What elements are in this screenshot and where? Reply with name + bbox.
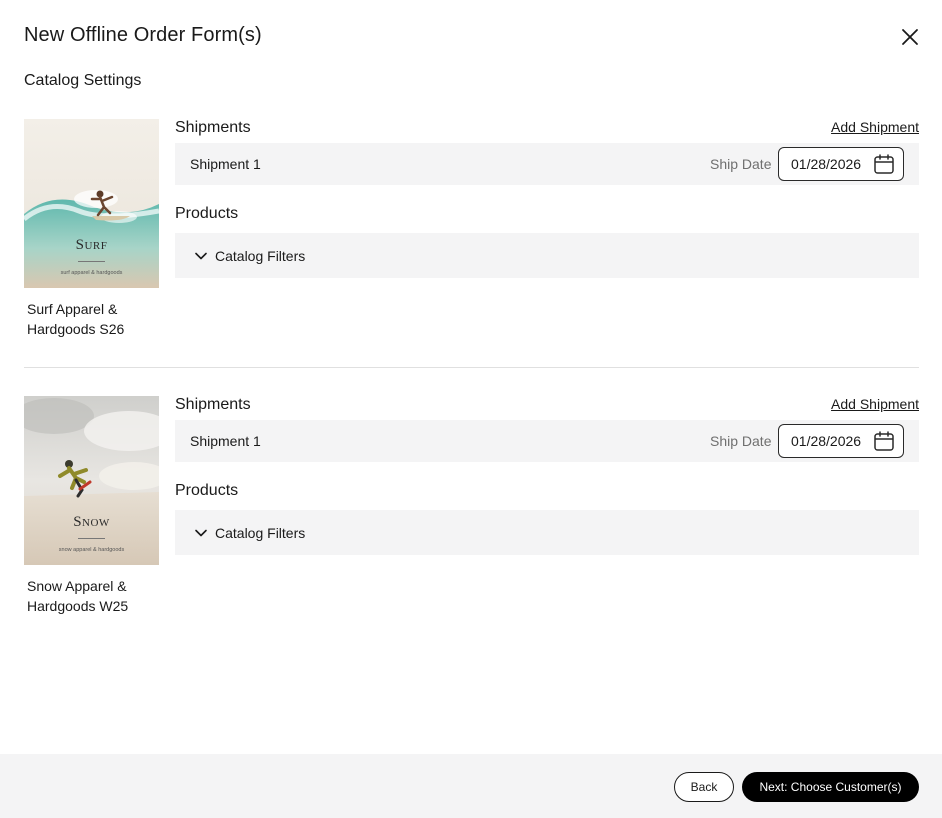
shipment-row: Shipment 1 Ship Date 01/28/2026 — [175, 143, 919, 185]
catalog-name: Surf Apparel & Hardgoods S26 — [27, 301, 125, 337]
close-button[interactable] — [898, 25, 922, 49]
chevron-down-icon — [195, 252, 207, 260]
cover-subtitle: snow apparel & hardgoods — [58, 547, 125, 553]
next-choose-customers-button[interactable]: Next: Choose Customer(s) — [742, 772, 919, 802]
catalog-settings-label: Catalog Settings — [24, 72, 142, 89]
catalog-cover-image: Snow snow apparel & hardgoods — [24, 396, 159, 565]
calendar-icon[interactable] — [873, 430, 895, 452]
products-heading: Products — [175, 482, 239, 499]
add-shipment-link[interactable]: Add Shipment — [831, 396, 919, 412]
catalog-filters-toggle[interactable]: Catalog Filters — [175, 510, 919, 555]
section-divider — [24, 367, 919, 368]
calendar-icon[interactable] — [873, 153, 895, 175]
catalog-filters-toggle[interactable]: Catalog Filters — [175, 233, 919, 278]
close-icon — [902, 29, 918, 45]
cover-title: Snow — [73, 514, 110, 530]
ship-date-label: Ship Date — [710, 156, 772, 172]
ship-date-input[interactable]: 01/28/2026 — [778, 424, 904, 458]
ship-date-label: Ship Date — [710, 433, 772, 449]
shipment-name: Shipment 1 — [190, 433, 261, 449]
add-shipment-link[interactable]: Add Shipment — [831, 119, 919, 135]
modal-footer: Back Next: Choose Customer(s) — [0, 754, 942, 818]
ship-date-input[interactable]: 01/28/2026 — [778, 147, 904, 181]
modal-title: New Offline Order Form(s) — [24, 24, 262, 46]
shipment-row: Shipment 1 Ship Date 01/28/2026 — [175, 420, 919, 462]
catalog-section-snow: Snow snow apparel & hardgoods Snow Appar… — [24, 396, 919, 626]
cover-title: Surf — [75, 237, 108, 253]
catalog-section-surf: Surf surf apparel & hardgoods Surf Appar… — [24, 119, 919, 349]
catalog-name: Snow Apparel & Hardgoods W25 — [27, 578, 129, 614]
catalog-cover-image: Surf surf apparel & hardgoods — [24, 119, 159, 288]
catalog-filters-label: Catalog Filters — [215, 525, 306, 541]
ship-date-value: 01/28/2026 — [791, 433, 862, 449]
shipments-heading: Shipments — [175, 396, 251, 413]
cover-rule — [78, 261, 105, 262]
products-heading: Products — [175, 205, 239, 222]
catalog-filters-label: Catalog Filters — [215, 248, 306, 264]
snow-cover-art — [24, 396, 159, 565]
cover-rule — [78, 538, 105, 539]
surf-cover-art — [24, 119, 159, 288]
cover-subtitle: surf apparel & hardgoods — [60, 270, 123, 276]
back-button[interactable]: Back — [674, 772, 734, 802]
shipments-heading: Shipments — [175, 119, 251, 136]
ship-date-value: 01/28/2026 — [791, 156, 862, 172]
shipment-name: Shipment 1 — [190, 156, 261, 172]
chevron-down-icon — [195, 529, 207, 537]
